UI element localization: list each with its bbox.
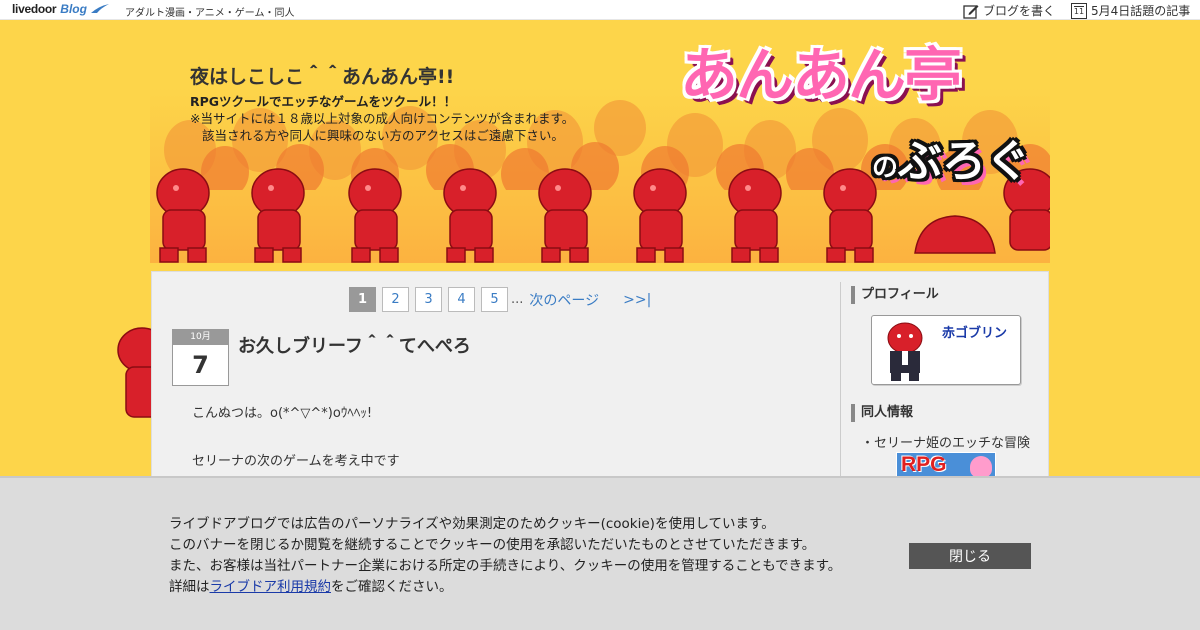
post-body: こんぬつは。o(*^▽^*)oｳﾍﾍｯ! セリーナの次のゲームを考え中です <box>192 402 400 474</box>
cookie-line: 詳細はライブドア利用規約をご確認ください。 <box>169 577 841 598</box>
blog-warning-line: ※当サイトには１８歳以上対象の成人向けコンテンツが含まれます。 <box>190 111 575 126</box>
logo-burogu: ぶろぐ <box>898 136 1031 187</box>
write-blog-link[interactable]: ブログを書く <box>963 2 1055 19</box>
post-day: 7 <box>192 351 209 379</box>
cookie-detail-suffix: をご確認ください。 <box>331 579 453 595</box>
rpg-banner[interactable]: RPG <box>896 452 996 478</box>
blog-description-line: RPGツクールでエッチなゲームをツクール！！ <box>190 94 457 109</box>
trending-articles-link[interactable]: 11 5月4日話題の記事 <box>1071 2 1190 19</box>
livedoor-wordmark: livedoor <box>12 2 57 16</box>
category-link[interactable]: アダルト漫画・アニメ・ゲーム・同人 <box>125 4 295 19</box>
post-month: 10月 <box>173 330 228 345</box>
post-line: セリーナの次のゲームを考え中です <box>192 454 400 469</box>
blog-warning-line: 該当される方や同人に興味のない方のアクセスはご遠慮下さい。 <box>202 128 564 143</box>
cookie-line: このバナーを閉じるか閲覧を継続することでクッキーの使用を承認いただいたものとさせ… <box>169 537 816 553</box>
livedoor-blog-logo[interactable]: livedoor Blog <box>12 2 109 16</box>
logo-no: の <box>872 153 899 183</box>
character-face-icon <box>970 456 992 478</box>
anan-tei-logo: あんあん亭 <box>680 41 962 109</box>
last-page-link[interactable]: >>| <box>623 292 651 308</box>
write-blog-label: ブログを書く <box>983 4 1056 18</box>
trending-label: 5月4日話題の記事 <box>1091 4 1191 18</box>
next-page-link[interactable]: 次のページ <box>529 290 599 310</box>
no-burogu-logo: のぶろぐ <box>872 125 1030 189</box>
profile-name[interactable]: 赤ゴブリン <box>942 322 1007 341</box>
goblin-side-decoration <box>117 327 152 418</box>
cookie-line: ライブドアブログでは広告のパーソナライズや効果測定のためクッキー(cookie)… <box>169 516 775 532</box>
cookie-banner: ライブドアブログでは広告のパーソナライズや効果測定のためクッキー(cookie)… <box>0 476 1200 630</box>
cookie-notice: ライブドアブログでは広告のパーソナライズや効果測定のためクッキー(cookie)… <box>169 514 841 598</box>
calendar-icon: 11 <box>1071 2 1087 19</box>
cookie-line: また、お客様は当社パートナー企業における所定の手続きにより、クッキーの使用を管理… <box>169 558 842 574</box>
avatar <box>887 322 923 381</box>
page-1[interactable]: 1 <box>349 287 376 312</box>
profile-heading: プロフィール <box>851 286 939 304</box>
post-line: こんぬつは。o(*^▽^*)oｳﾍﾍｯ! <box>192 406 373 421</box>
livedoor-topbar: livedoor Blog アダルト漫画・アニメ・ゲーム・同人 ブログを書く 1… <box>0 0 1200 20</box>
doujin-item[interactable]: ・セリーナ姫のエッチな冒険 <box>861 432 1030 451</box>
pagination: 1 2 3 4 5 ... 次のページ >>| <box>349 287 651 312</box>
pagination-ellipsis: ... <box>511 292 524 307</box>
profile-card[interactable]: 赤ゴブリン <box>871 315 1021 385</box>
terms-link[interactable]: ライブドア利用規約 <box>210 579 332 595</box>
doujin-heading: 同人情報 <box>851 404 913 422</box>
post-title[interactable]: お久しブリーフ＾＾てへぺろ <box>238 332 471 358</box>
pencil-icon <box>963 4 979 19</box>
page-4[interactable]: 4 <box>448 287 475 312</box>
close-cookie-button[interactable]: 閉じる <box>909 543 1031 569</box>
blog-title[interactable]: 夜はしこしこ＾＾あんあん亭!! <box>190 62 454 89</box>
page-5[interactable]: 5 <box>481 287 508 312</box>
post-date: 10月 7 <box>172 329 229 386</box>
page-2[interactable]: 2 <box>382 287 409 312</box>
blog-wordmark: Blog <box>60 2 87 16</box>
page-3[interactable]: 3 <box>415 287 442 312</box>
post-line <box>192 426 400 450</box>
blog-header[interactable]: 夜はしこしこ＾＾あんあん亭!! RPGツクールでエッチなゲームをツクール！！ ※… <box>150 20 1050 263</box>
cookie-detail-prefix: 詳細は <box>169 579 210 595</box>
rpg-banner-text: RPG <box>901 453 947 476</box>
blog-description: RPGツクールでエッチなゲームをツクール！！ ※当サイトには１８歳以上対象の成人… <box>190 93 574 144</box>
wing-icon <box>90 4 109 13</box>
